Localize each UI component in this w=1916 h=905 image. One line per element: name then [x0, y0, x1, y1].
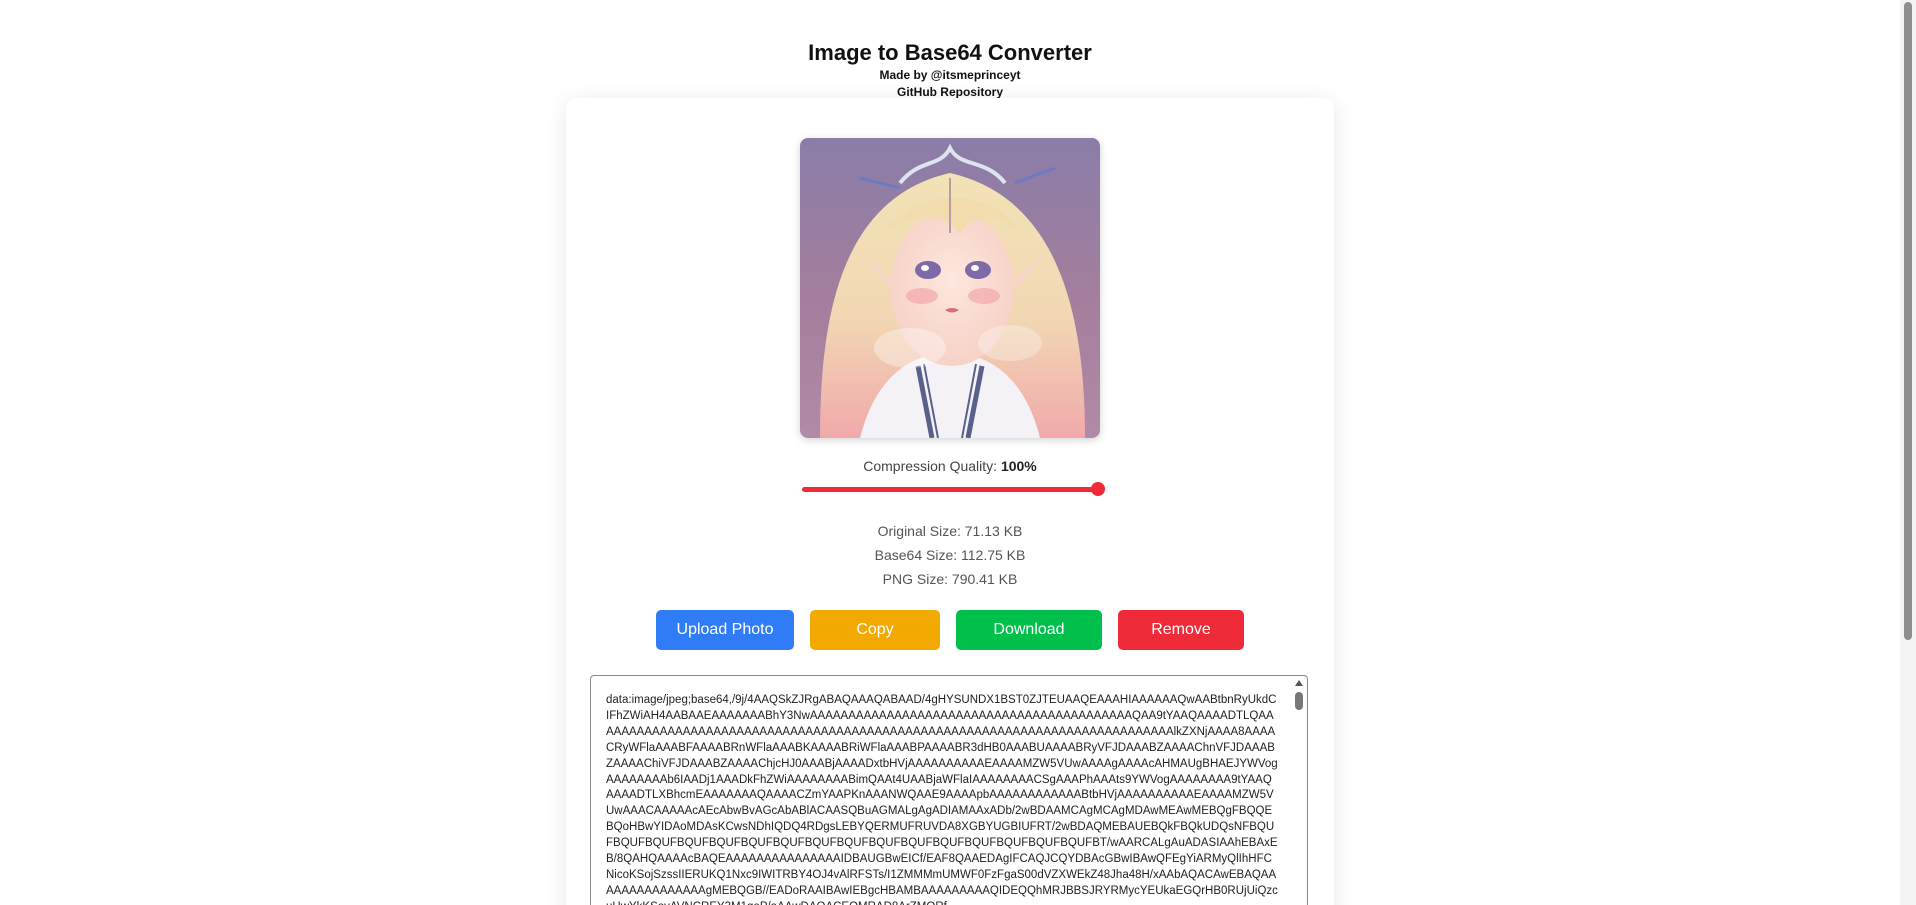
- upload-photo-button[interactable]: Upload Photo: [656, 610, 794, 650]
- page-title: Image to Base64 Converter: [808, 40, 1092, 65]
- page-scrollbar[interactable]: [1900, 0, 1916, 905]
- remove-pfp-button[interactable]: Remove PFP: [1118, 610, 1244, 678]
- size-stats: Original Size: 71.13 KB Base64 Size: 112…: [0, 519, 1900, 591]
- copy-base64-button[interactable]: Copy Base64: [810, 610, 940, 678]
- base64-output-text[interactable]: data:image/jpeg;base64,/9j/4AAQSkZJRgABA…: [606, 693, 1278, 905]
- download-png-button[interactable]: Download PNG: [956, 610, 1102, 678]
- anime-portrait-image: [800, 138, 1100, 438]
- textarea-scrollbar-thumb[interactable]: [1295, 692, 1303, 710]
- compression-quality-value: 100%: [1000, 458, 1037, 474]
- slider-thumb[interactable]: [1091, 482, 1105, 496]
- page: Image to Base64 Converter Made by @itsme…: [0, 0, 1916, 905]
- png-size-text: PNG Size: 790.41 KB: [882, 571, 1018, 587]
- base64-output-textarea[interactable]: data:image/jpeg;base64,/9j/4AAQSkZJRgABA…: [590, 675, 1308, 905]
- base64-size-text: Base64 Size: 112.75 KB: [874, 547, 1026, 563]
- compression-quality-text: Compression Quality:: [863, 458, 998, 474]
- slider-fill: [802, 487, 1098, 492]
- author-byline: Made by @itsmeprinceyt: [879, 68, 1021, 82]
- original-size-text: Original Size: 71.13 KB: [877, 523, 1023, 539]
- compression-quality-label: Compression Quality: 100%: [0, 458, 1900, 474]
- textarea-scrollbar[interactable]: [1293, 678, 1305, 905]
- page-header: Image to Base64 Converter Made by @itsme…: [0, 38, 1900, 101]
- scroll-up-arrow-icon[interactable]: [1295, 680, 1303, 686]
- action-buttons: Upload Photo Copy Base64 Download PNG Re…: [0, 610, 1900, 678]
- page-scrollbar-thumb[interactable]: [1904, 2, 1912, 640]
- compression-quality-slider[interactable]: [802, 482, 1105, 496]
